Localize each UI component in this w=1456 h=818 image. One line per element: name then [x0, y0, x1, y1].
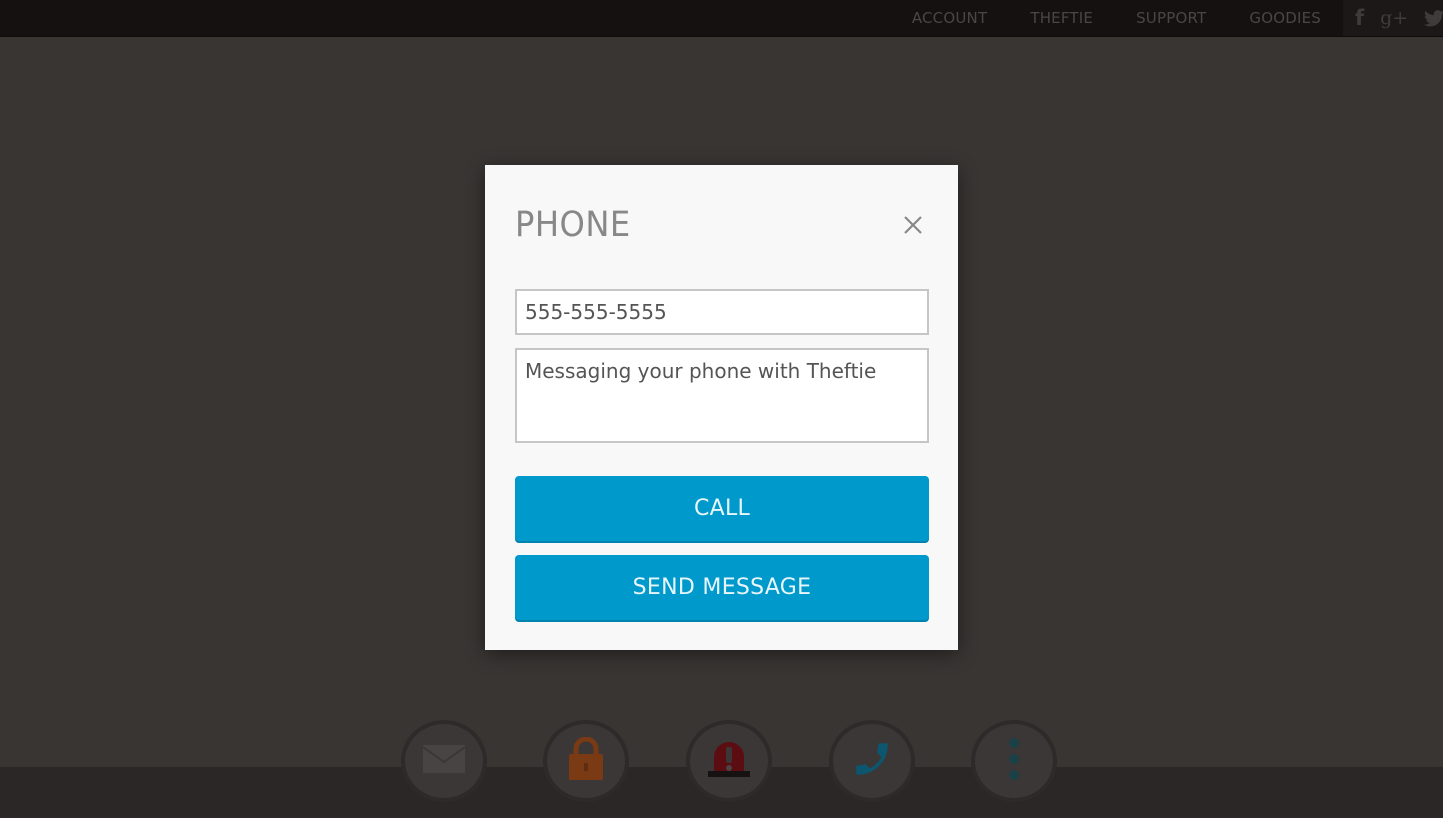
top-nav-bar: ACCOUNT THEFTIE SUPPORT GOODIES f g+: [0, 0, 1443, 37]
nav-support[interactable]: SUPPORT: [1136, 9, 1206, 27]
mail-icon: [422, 744, 466, 778]
nav-theftie[interactable]: THEFTIE: [1030, 9, 1093, 27]
phone-icon: [851, 737, 893, 785]
main-nav: ACCOUNT THEFTIE SUPPORT GOODIES: [869, 0, 1321, 36]
close-icon[interactable]: [899, 211, 927, 239]
phone-modal: PHONE Messaging your phone with Theftie …: [485, 165, 958, 650]
phone-number-input[interactable]: [515, 289, 929, 335]
social-links: f g+: [1343, 0, 1443, 36]
message-textarea[interactable]: Messaging your phone with Theftie: [515, 348, 929, 443]
lock-icon: [566, 736, 606, 785]
app-viewport: ACCOUNT THEFTIE SUPPORT GOODIES f g+ PHO…: [0, 0, 1443, 818]
nav-goodies[interactable]: GOODIES: [1249, 9, 1321, 27]
dock-button-alarm[interactable]: [686, 720, 772, 802]
twitter-icon[interactable]: [1424, 9, 1443, 27]
more-icon: [1008, 737, 1020, 785]
dock-button-message[interactable]: [401, 720, 487, 802]
dock-button-more[interactable]: [971, 720, 1057, 802]
facebook-icon[interactable]: f: [1355, 7, 1364, 29]
dock-button-phone[interactable]: [829, 720, 915, 802]
dock-button-lock[interactable]: [543, 720, 629, 802]
nav-account[interactable]: ACCOUNT: [912, 9, 988, 27]
google-plus-icon[interactable]: g+: [1380, 8, 1408, 28]
alarm-icon: [707, 739, 751, 783]
call-button[interactable]: CALL: [515, 476, 929, 541]
send-message-button[interactable]: SEND MESSAGE: [515, 555, 929, 620]
modal-title: PHONE: [515, 205, 631, 245]
